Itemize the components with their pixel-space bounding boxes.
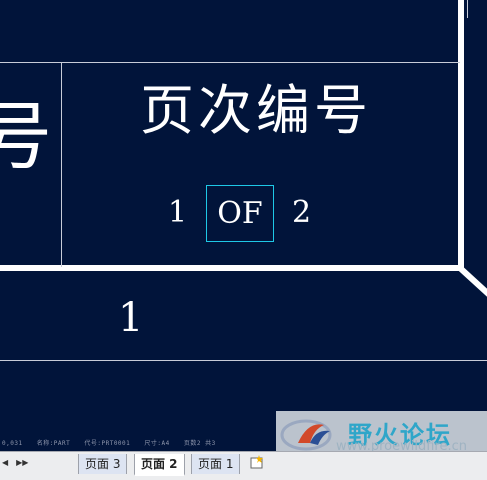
drawing-canvas[interactable]: 号 页次编号 1 OF 2 1 0,031 名称:PART 代号:PRT0001… <box>0 0 487 451</box>
page-number-heading: 页次编号 <box>140 79 372 142</box>
cell-bottom-border <box>0 265 464 271</box>
page-total-number: 2 <box>292 195 312 230</box>
of-label-selected[interactable]: OF <box>206 185 274 242</box>
status-field: 名称:PART <box>36 440 71 447</box>
sheet-value: 1 <box>118 295 144 341</box>
new-sheet-icon[interactable] <box>250 455 264 469</box>
wildfire-logo-icon <box>280 419 332 451</box>
tab-page-1[interactable]: 页面 1 <box>191 454 241 474</box>
row-bottom-line <box>0 360 487 361</box>
cell-vertical-divider <box>61 62 62 267</box>
header-divider <box>0 62 460 63</box>
corner-diagonal <box>457 265 487 297</box>
status-field: 0,031 <box>2 440 23 447</box>
status-field: 尺寸:A4 <box>144 440 170 447</box>
prev-sheet-icon[interactable]: ◀ <box>2 458 8 467</box>
status-field: 代号:PRT0001 <box>84 440 131 447</box>
right-border-top <box>458 0 464 269</box>
sheet-nav: ◀ ▶▶ <box>2 458 28 467</box>
top-right-edge <box>467 0 468 18</box>
page-current-number: 1 <box>168 195 188 230</box>
next-sheet-icon[interactable]: ▶▶ <box>16 458 28 467</box>
watermark: 野火论坛 www.proewildfire.cn <box>276 411 487 451</box>
partial-label-char: 号 <box>0 94 52 180</box>
watermark-url: www.proewildfire.cn <box>336 439 467 451</box>
tab-page-3[interactable]: 页面 3 <box>78 454 128 474</box>
tab-page-2[interactable]: 页面 2 <box>134 454 185 476</box>
status-line: 0,031 名称:PART 代号:PRT0001 尺寸:A4 页数2 共3 <box>2 438 226 447</box>
sheet-tab-bar: ◀ ▶▶ 页面 3 页面 2 页面 1 <box>0 451 487 480</box>
status-field: 页数2 共3 <box>183 440 216 447</box>
